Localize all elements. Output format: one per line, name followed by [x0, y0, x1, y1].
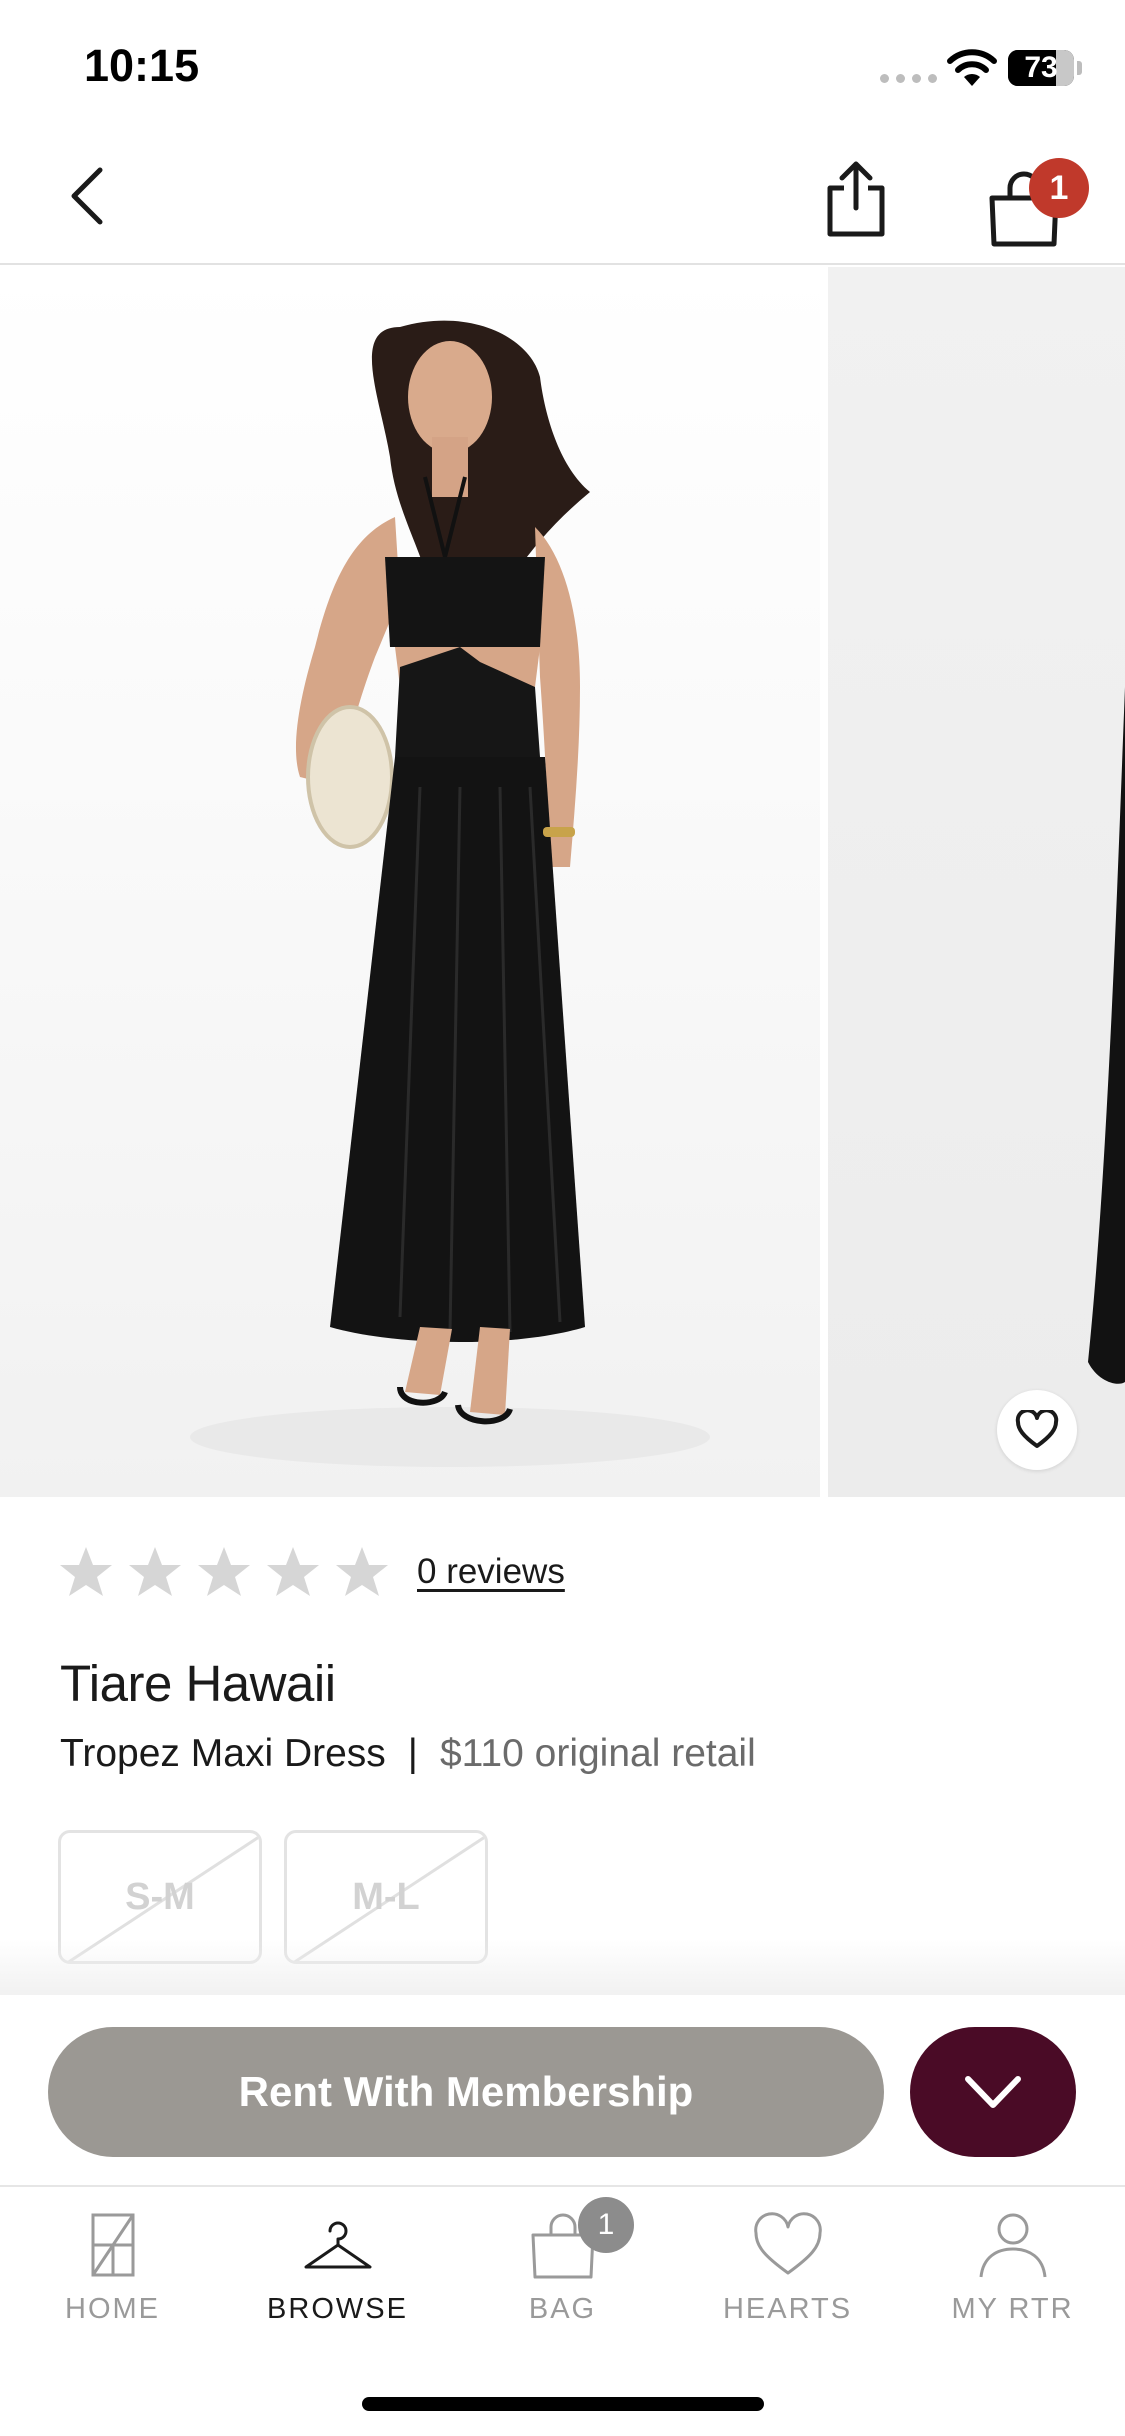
expand-options-button[interactable] [910, 2027, 1076, 2157]
nav-header: 1 [0, 130, 1125, 265]
tab-browse[interactable]: BROWSE [225, 2201, 450, 2331]
heart-icon [1015, 1410, 1059, 1448]
size-label: S-M [125, 1875, 195, 1918]
cart-count-badge: 1 [1029, 158, 1089, 218]
brand-name: Tiare Hawaii [60, 1655, 336, 1712]
star-icon [198, 1547, 250, 1596]
person-icon [979, 2213, 1046, 2278]
star-icon [129, 1547, 181, 1596]
size-label: M-L [352, 1875, 420, 1918]
hanger-icon [304, 2221, 371, 2269]
home-indicator [362, 2397, 764, 2411]
share-button[interactable] [820, 158, 892, 238]
chevron-left-icon [71, 167, 103, 225]
star-icon [60, 1547, 112, 1596]
tab-hearts[interactable]: HEARTS [675, 2201, 900, 2331]
tab-home[interactable]: HOME [0, 2201, 225, 2331]
tab-label: HOME [65, 2293, 160, 2325]
star-rating [58, 1544, 403, 1600]
battery-nub [1077, 61, 1082, 75]
battery-icon: 73 [1008, 50, 1074, 86]
title-separator: | [407, 1732, 418, 1775]
product-photo[interactable] [0, 267, 820, 1497]
next-product-photo[interactable] [828, 267, 1125, 1497]
status-bar: 10:15 73 [0, 0, 1125, 130]
tab-label: MY RTR [951, 2293, 1074, 2325]
cellular-signal-icon [880, 74, 937, 83]
model-in-black-dress-image [190, 320, 710, 1467]
share-icon [827, 161, 885, 237]
tab-label: BAG [528, 2293, 597, 2325]
chevron-down-icon [965, 2076, 1021, 2108]
heart-icon [753, 2212, 822, 2275]
product-image-carousel[interactable] [0, 267, 1125, 1497]
star-icon [336, 1547, 388, 1596]
star-icon [267, 1547, 319, 1596]
tab-my-rtr[interactable]: MY RTR [900, 2201, 1125, 2331]
header-bag-button[interactable]: 1 [984, 158, 1094, 248]
favorite-heart-button[interactable] [997, 1390, 1077, 1470]
status-time: 10:15 [84, 40, 200, 91]
retail-price: $110 original retail [439, 1732, 756, 1775]
battery-level: 73 [1024, 51, 1058, 84]
home-icon [91, 2213, 134, 2277]
bag-count-badge: 1 [578, 2197, 634, 2253]
back-button[interactable] [60, 164, 120, 228]
product-name: Tropez Maxi Dress [60, 1732, 386, 1775]
reviews-link[interactable]: 0 reviews [417, 1552, 565, 1592]
scroll-fade [0, 1940, 1125, 1995]
action-bar: Rent With Membership [0, 1995, 1125, 2187]
tab-label: BROWSE [267, 2293, 408, 2325]
product-title-line: Tropez Maxi Dress | $110 original retail [60, 1732, 756, 1776]
wifi-icon [947, 49, 997, 86]
tab-label: HEARTS [722, 2293, 853, 2325]
dress-partial-image [1088, 687, 1125, 1384]
rating-row: 0 reviews [58, 1542, 565, 1602]
tab-bag[interactable]: 1 BAG [450, 2197, 675, 2331]
rent-with-membership-button[interactable]: Rent With Membership [48, 2027, 884, 2157]
